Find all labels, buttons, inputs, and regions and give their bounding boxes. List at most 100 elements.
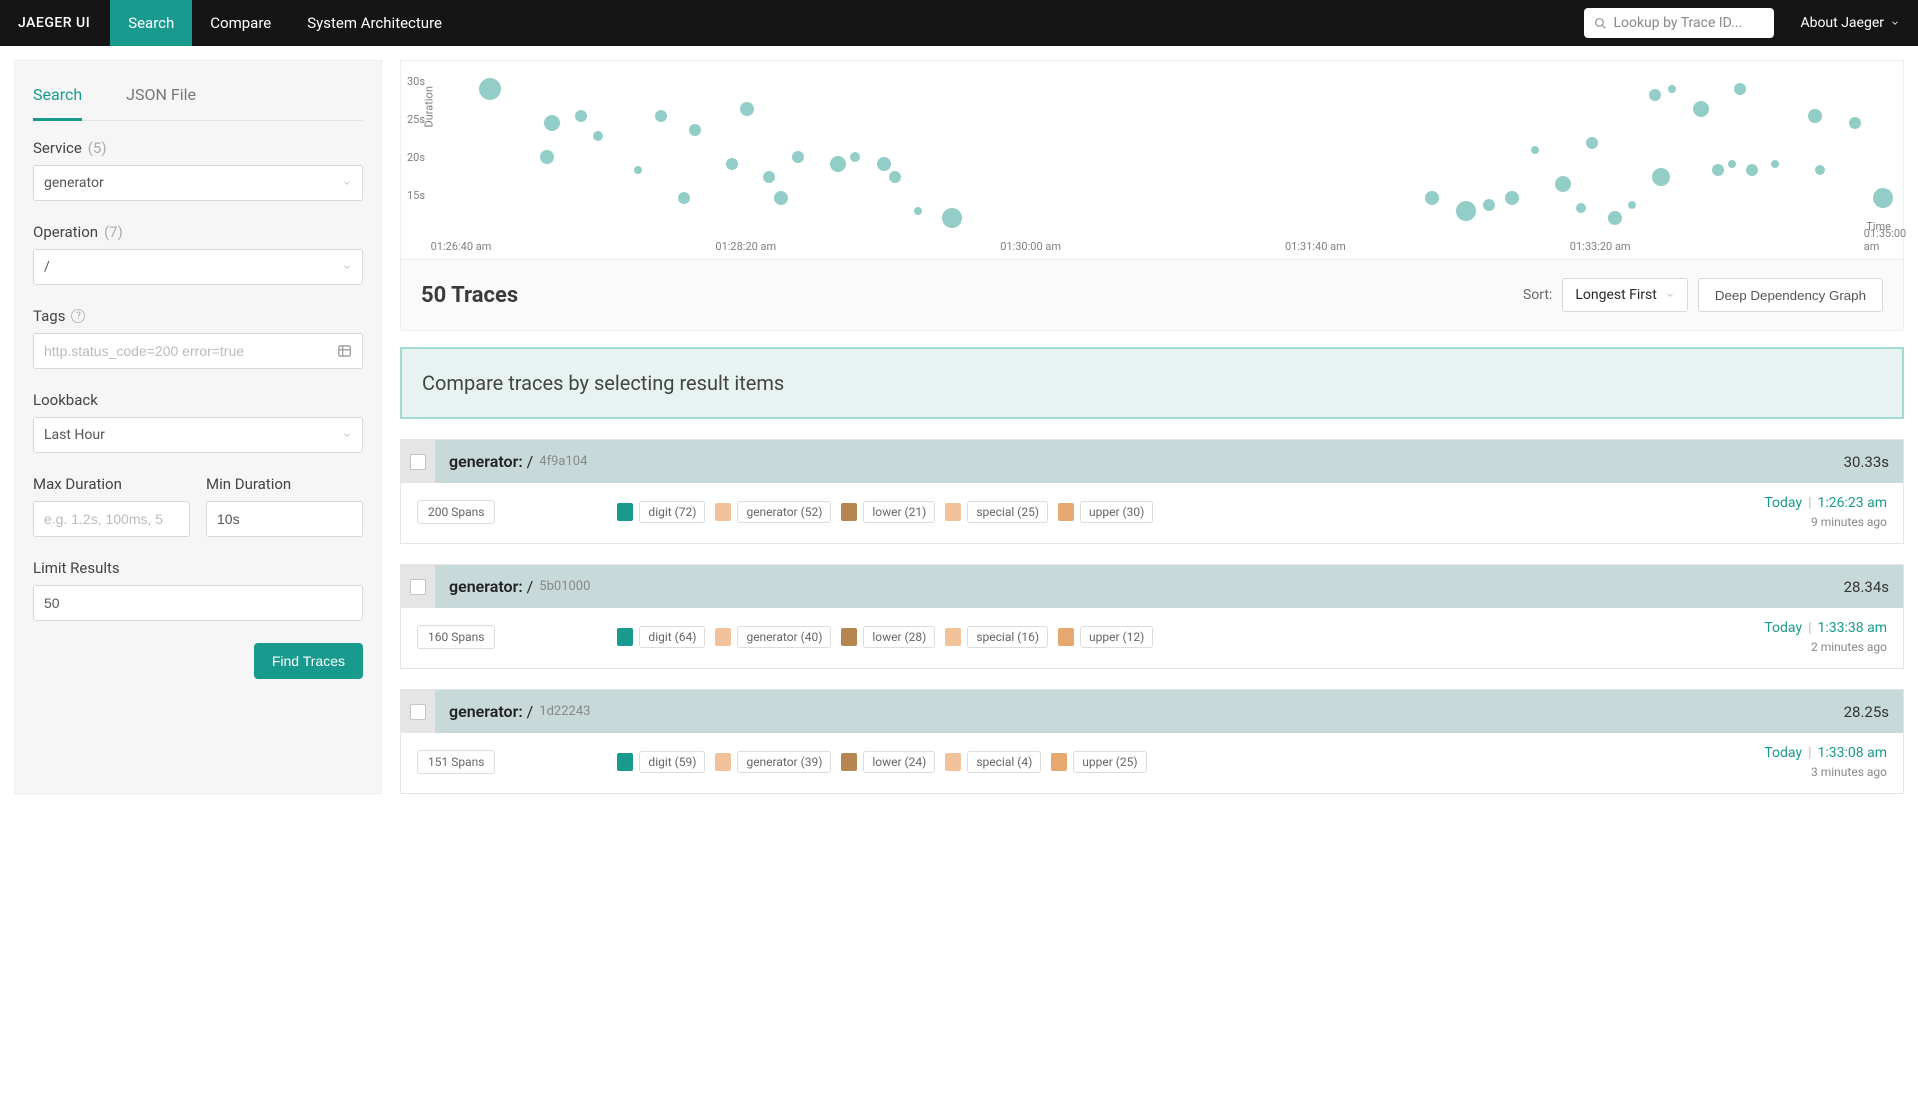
data-point[interactable] (1456, 201, 1476, 221)
data-point[interactable] (792, 151, 804, 163)
y-tick: 20s (407, 151, 425, 164)
limit-input[interactable] (33, 585, 363, 621)
help-icon[interactable]: ? (71, 309, 85, 323)
service-tag: special (16) (945, 626, 1048, 648)
data-point[interactable] (1728, 160, 1736, 168)
trace-checkbox-cell (401, 440, 435, 483)
max-duration-input[interactable] (33, 501, 190, 537)
trace-name: generator: / (449, 577, 533, 596)
data-point[interactable] (1849, 117, 1861, 129)
span-count: 151 Spans (417, 750, 495, 774)
lookup-placeholder: Lookup by Trace ID... (1613, 15, 1742, 31)
tab-search[interactable]: Search (33, 73, 82, 121)
data-point[interactable] (726, 158, 738, 170)
data-point[interactable] (1608, 211, 1622, 225)
data-point[interactable] (1555, 176, 1571, 192)
data-point[interactable] (544, 115, 560, 131)
trace-checkbox[interactable] (410, 579, 426, 595)
data-point[interactable] (678, 192, 690, 204)
data-point[interactable] (1712, 164, 1724, 176)
service-tag: lower (28) (841, 626, 935, 648)
data-point[interactable] (634, 166, 642, 174)
data-point[interactable] (1815, 165, 1825, 175)
lookup-input[interactable]: Lookup by Trace ID... (1584, 8, 1774, 38)
data-point[interactable] (1873, 188, 1893, 208)
service-count: (5) (88, 139, 107, 157)
color-swatch (617, 503, 633, 521)
min-duration-label: Min Duration (206, 475, 291, 493)
data-point[interactable] (689, 124, 701, 136)
min-duration-input[interactable] (206, 501, 363, 537)
trace-header[interactable]: generator: / 1d22243 28.25s (435, 690, 1903, 733)
data-point[interactable] (914, 207, 922, 215)
data-point[interactable] (540, 150, 554, 164)
data-point[interactable] (575, 110, 587, 122)
trace-name: generator: / (449, 702, 533, 721)
service-tag: generator (52) (715, 501, 831, 523)
data-point[interactable] (1586, 137, 1598, 149)
tab-json-file[interactable]: JSON File (126, 73, 196, 120)
data-point[interactable] (1505, 191, 1519, 205)
data-point[interactable] (830, 156, 846, 172)
data-point[interactable] (655, 110, 667, 122)
data-point[interactable] (479, 78, 501, 100)
tags-input[interactable] (33, 333, 363, 369)
trace-header[interactable]: generator: / 5b01000 28.34s (435, 565, 1903, 608)
about-menu[interactable]: About Jaeger (1800, 15, 1900, 31)
y-tick: 25s (407, 113, 425, 126)
data-point[interactable] (593, 131, 603, 141)
data-point[interactable] (1425, 191, 1439, 205)
find-traces-button[interactable]: Find Traces (254, 643, 363, 679)
service-label: Service (33, 139, 82, 157)
chevron-down-icon (342, 262, 352, 272)
search-icon (1594, 17, 1607, 30)
nav-compare[interactable]: Compare (192, 0, 289, 46)
data-point[interactable] (1746, 164, 1758, 176)
color-swatch (617, 753, 633, 771)
data-point[interactable] (1734, 83, 1746, 95)
data-point[interactable] (740, 102, 754, 116)
data-point[interactable] (774, 191, 788, 205)
service-tag: upper (30) (1058, 501, 1153, 523)
color-swatch (1058, 628, 1074, 646)
trace-id: 5b01000 (539, 579, 590, 594)
trace-card[interactable]: generator: / 4f9a104 30.33s 200 Spans di… (400, 439, 1904, 544)
service-tag: generator (40) (715, 626, 831, 648)
lookback-select[interactable]: Last Hour (33, 417, 363, 453)
data-point[interactable] (1693, 101, 1709, 117)
data-point[interactable] (1649, 89, 1661, 101)
nav-system-arch[interactable]: System Architecture (289, 0, 460, 46)
nav-search[interactable]: Search (110, 0, 192, 46)
trace-header[interactable]: generator: / 4f9a104 30.33s (435, 440, 1903, 483)
span-count: 200 Spans (417, 500, 495, 524)
service-select[interactable]: generator (33, 165, 363, 201)
trace-meta: Today|1:33:38 am 2 minutes ago (1764, 620, 1887, 654)
deep-dependency-button[interactable]: Deep Dependency Graph (1698, 278, 1883, 312)
service-tag: generator (39) (715, 751, 831, 773)
trace-checkbox[interactable] (410, 454, 426, 470)
data-point[interactable] (1576, 203, 1586, 213)
data-point[interactable] (1771, 160, 1779, 168)
data-point[interactable] (1652, 168, 1670, 186)
sort-select[interactable]: Longest First (1562, 278, 1688, 312)
x-tick: 01:28:20 am (715, 240, 776, 253)
data-point[interactable] (1628, 201, 1636, 209)
trace-card[interactable]: generator: / 1d22243 28.25s 151 Spans di… (400, 689, 1904, 794)
data-point[interactable] (1668, 85, 1676, 93)
data-point[interactable] (889, 171, 901, 183)
trace-duration: 30.33s (1844, 453, 1889, 471)
lookback-label: Lookback (33, 391, 98, 409)
data-point[interactable] (1483, 199, 1495, 211)
tags-label: Tags (33, 307, 65, 325)
data-point[interactable] (850, 152, 860, 162)
color-swatch (945, 628, 961, 646)
data-point[interactable] (877, 157, 891, 171)
data-point[interactable] (763, 171, 775, 183)
data-point[interactable] (942, 208, 962, 228)
operation-select[interactable]: / (33, 249, 363, 285)
data-point[interactable] (1808, 109, 1822, 123)
trace-checkbox-cell (401, 690, 435, 733)
trace-card[interactable]: generator: / 5b01000 28.34s 160 Spans di… (400, 564, 1904, 669)
trace-checkbox[interactable] (410, 704, 426, 720)
data-point[interactable] (1531, 146, 1539, 154)
